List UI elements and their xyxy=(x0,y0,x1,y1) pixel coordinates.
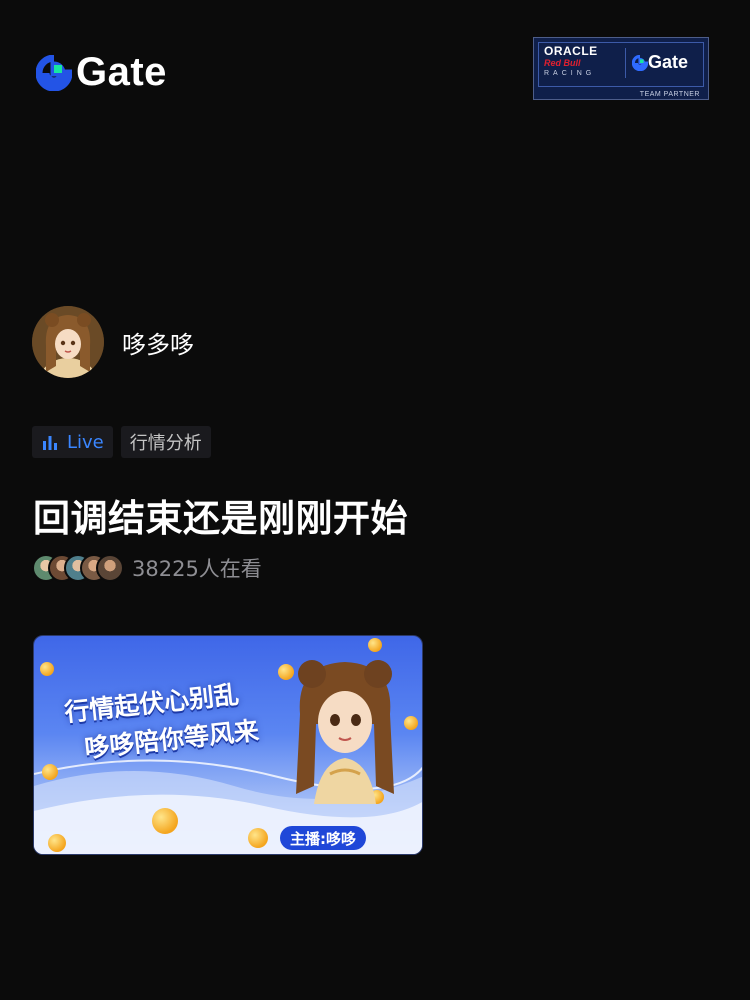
gold-coin-icon xyxy=(404,716,418,730)
host-profile[interactable]: 哆多哆 xyxy=(32,306,194,378)
live-bars-icon xyxy=(43,436,57,450)
gold-coin-icon xyxy=(152,808,178,834)
live-label: Live xyxy=(67,431,104,453)
host-name[interactable]: 哆多哆 xyxy=(122,325,194,360)
team-partner-badge: ORACLE Red Bull RACING Gate TEAM PARTNER xyxy=(533,37,709,100)
partner-gate-logo: Gate xyxy=(632,52,688,73)
host-avatar[interactable] xyxy=(32,306,104,378)
stream-title: 回调结束还是刚刚开始 xyxy=(33,497,408,540)
partner-oracle-text: ORACLE xyxy=(544,44,598,58)
viewer-avatars xyxy=(32,554,124,582)
gold-coin-icon xyxy=(248,828,268,848)
topic-tag[interactable]: 行情分析 xyxy=(120,426,211,458)
host-illustration xyxy=(296,660,394,804)
gate-small-icon xyxy=(632,54,648,71)
gate-logo-icon xyxy=(36,54,72,91)
partner-redbull-text: Red Bull xyxy=(544,58,581,68)
gate-logo: Gate xyxy=(36,50,167,95)
live-tag: Live xyxy=(32,426,113,458)
stream-cover-banner[interactable]: 行情起伏心别乱 哆哆陪你等风来 主播:哆哆 xyxy=(33,635,423,855)
partner-divider xyxy=(625,48,626,78)
gold-coin-icon xyxy=(48,834,66,852)
avatar-girl-icon xyxy=(32,306,104,378)
gate-logo-text: Gate xyxy=(76,50,167,94)
gold-coin-icon xyxy=(368,638,382,652)
partner-racing-text: RACING xyxy=(544,70,596,77)
gold-coin-icon xyxy=(42,764,58,780)
partner-gate-text: Gate xyxy=(648,52,689,72)
viewer-count: 38225人在看 xyxy=(132,557,262,581)
gold-coin-icon xyxy=(40,662,54,676)
stream-tags: Live 行情分析 xyxy=(32,426,211,458)
anchor-badge: 主播:哆哆 xyxy=(280,826,366,850)
viewer-info: 38225人在看 xyxy=(32,553,262,583)
viewer-avatar xyxy=(96,554,124,582)
topic-label: 行情分析 xyxy=(129,433,202,454)
partner-caption: TEAM PARTNER xyxy=(639,91,700,98)
